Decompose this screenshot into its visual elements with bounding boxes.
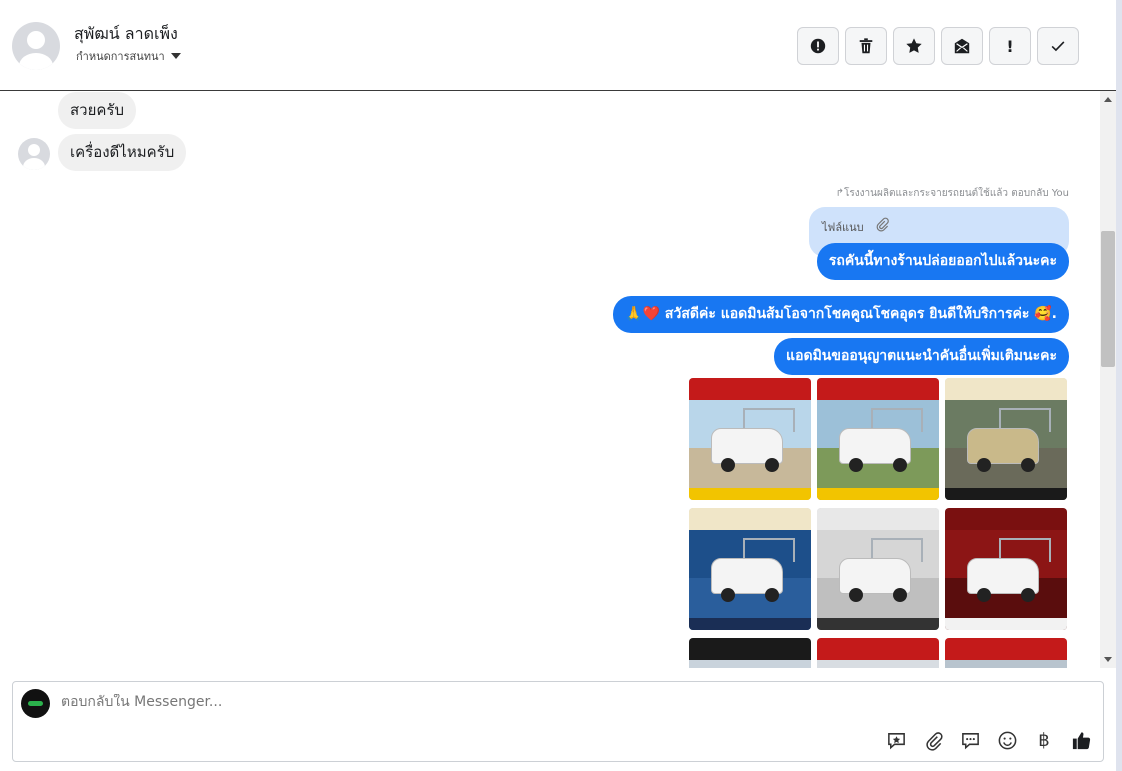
paperclip-icon xyxy=(925,731,943,751)
assign-conversation-dropdown[interactable]: กำหนดการสนทนา xyxy=(76,47,181,65)
scroll-down-icon[interactable] xyxy=(1104,657,1112,662)
thumbs-up-icon xyxy=(1072,731,1090,749)
car-photo[interactable] xyxy=(689,508,811,630)
reply-input[interactable] xyxy=(61,694,861,710)
contact-avatar[interactable] xyxy=(12,22,60,70)
chat-bubbles-icon xyxy=(961,732,979,749)
car-photo[interactable] xyxy=(817,378,939,500)
payment-button[interactable]: ฿ xyxy=(1032,728,1056,752)
header-actions: ! xyxy=(797,27,1079,65)
scroll-thumb[interactable] xyxy=(1101,231,1115,367)
incoming-message: เครื่องดีไหมครับ xyxy=(58,134,187,171)
window-edge xyxy=(1116,0,1122,771)
conversation-header: สุพัฒน์ ลาดเพ็ง กำหนดการสนทนา ! xyxy=(0,0,1116,91)
exclamation-icon: ! xyxy=(1006,36,1014,56)
quick-replies-button[interactable] xyxy=(958,728,982,752)
car-photo[interactable] xyxy=(689,638,811,668)
car-photo[interactable] xyxy=(945,638,1067,668)
baht-icon: ฿ xyxy=(1038,729,1050,751)
car-photo[interactable] xyxy=(817,508,939,630)
envelope-icon xyxy=(954,38,970,54)
attach-file-button[interactable] xyxy=(921,728,945,752)
reply-context-note: ↱โรงงานผลิตและกระจายรถยนต์ใช้แล้ว ตอบกลั… xyxy=(835,188,1069,199)
contact-name[interactable]: สุพัฒน์ ลาดเพ็ง xyxy=(74,22,178,47)
star-icon xyxy=(906,38,922,53)
outgoing-message: แอดมินขออนุญาตแนะนำคันอื่นเพิ่มเติมนะคะ xyxy=(774,338,1069,375)
car-photo[interactable] xyxy=(817,638,939,668)
outgoing-message: 🙏❤️ สวัสดีค่ะ แอดมินส้มโอจากโชคคูณโชคอุด… xyxy=(613,296,1069,333)
car-photo[interactable] xyxy=(945,508,1067,630)
emoji-button[interactable] xyxy=(995,728,1019,752)
saved-reply-icon xyxy=(887,732,905,749)
done-button[interactable] xyxy=(1037,27,1079,65)
star-button[interactable] xyxy=(893,27,935,65)
like-button[interactable] xyxy=(1069,728,1093,752)
sender-avatar[interactable] xyxy=(18,138,50,170)
composer-tools: ฿ xyxy=(884,728,1093,752)
saved-reply-button[interactable] xyxy=(884,728,908,752)
mark-unread-button[interactable] xyxy=(941,27,983,65)
assign-conversation-label: กำหนดการสนทนา xyxy=(76,50,165,63)
page-avatar xyxy=(21,689,50,718)
thread-scrollbar[interactable] xyxy=(1100,91,1116,668)
check-icon xyxy=(1051,41,1065,52)
car-photo[interactable] xyxy=(945,378,1067,500)
car-photo[interactable] xyxy=(689,378,811,500)
caret-down-icon xyxy=(170,53,181,59)
emoji-icon xyxy=(998,731,1016,749)
attachment-label: ไฟล์แนบ xyxy=(822,221,864,234)
scroll-up-icon[interactable] xyxy=(1104,97,1112,102)
spam-button[interactable] xyxy=(797,27,839,65)
delete-button[interactable] xyxy=(845,27,887,65)
paperclip-icon xyxy=(876,217,889,232)
incoming-message: สวยครับ xyxy=(58,92,136,129)
outgoing-message: รถคันนี้ทางร้านปล่อยออกไปแล้วนะคะ xyxy=(816,243,1069,280)
alert-circle-icon xyxy=(810,38,826,54)
trash-icon xyxy=(859,38,873,54)
follow-up-button[interactable]: ! xyxy=(989,27,1031,65)
message-composer: ฿ xyxy=(12,681,1104,762)
message-thread: สวยครับ เครื่องดีไหมครับ ↱โรงงานผลิตและก… xyxy=(0,91,1100,668)
